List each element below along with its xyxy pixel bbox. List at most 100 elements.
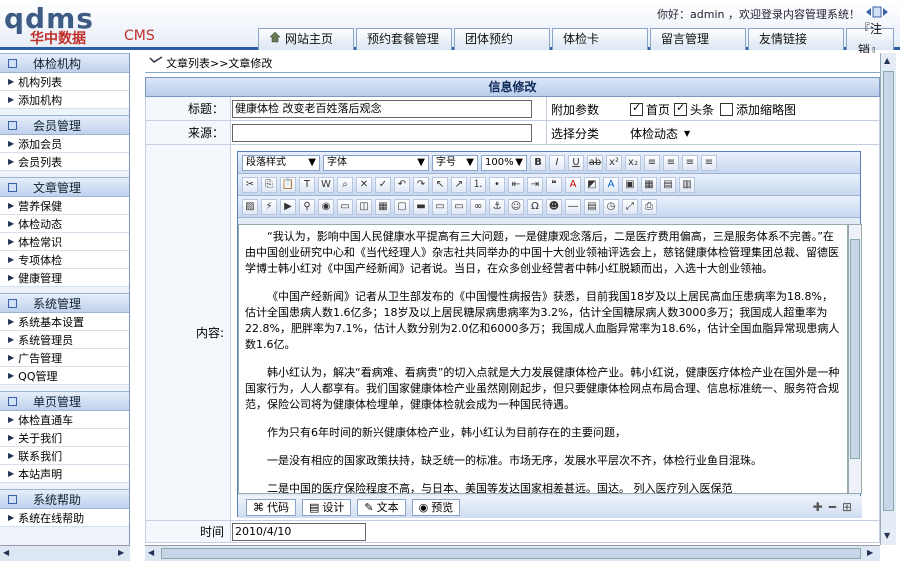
size-dropdown[interactable]: 字号 ▼ <box>432 154 478 171</box>
italic-icon[interactable]: I <box>549 154 565 171</box>
sidebar-section-help[interactable]: 系统帮助 <box>0 489 129 509</box>
date-icon[interactable]: ▤ <box>584 198 600 215</box>
attach-icon[interactable]: ⚲ <box>299 198 315 215</box>
undo-icon[interactable]: ↶ <box>394 176 410 193</box>
font-dropdown[interactable]: 字体 ▼ <box>323 154 429 171</box>
sidebar-item[interactable]: ▶ 专项体检 <box>0 251 129 269</box>
superscript-icon[interactable]: x² <box>606 154 622 171</box>
headline-checkbox[interactable] <box>674 101 688 116</box>
sidebar-horizontal-scrollbar[interactable]: ◀ ▶ <box>0 545 130 561</box>
flash-icon[interactable]: ⚡ <box>261 198 277 215</box>
title-input[interactable]: 健康体检 改变老百姓落后观念 <box>232 100 532 118</box>
home-checkbox[interactable] <box>630 101 643 116</box>
outdent-icon[interactable]: ⇤ <box>508 176 524 193</box>
media-icon[interactable]: ▶ <box>280 198 296 215</box>
tab-package[interactable]: 预约套餐管理 <box>356 28 452 50</box>
sidebar-section-system[interactable]: 系统管理 <box>0 293 129 313</box>
special-char-icon[interactable]: Ω <box>527 198 543 215</box>
sidebar-item[interactable]: ▶ QQ管理 <box>0 367 129 385</box>
check-icon[interactable]: ✓ <box>375 176 391 193</box>
sidebar-section-page[interactable]: 单页管理 <box>0 391 129 411</box>
design-mode-button[interactable]: ▤ 设计 <box>302 498 352 516</box>
preview-button[interactable]: ◉ 预览 <box>411 498 461 516</box>
emoji-icon[interactable]: ☺ <box>508 198 524 215</box>
redo-icon[interactable]: ↷ <box>413 176 429 193</box>
paste-word-icon[interactable]: W <box>318 176 334 193</box>
hr-icon[interactable]: ― <box>565 198 581 215</box>
scroll-thumb[interactable] <box>850 239 860 459</box>
paste-icon[interactable]: 📋 <box>280 176 296 193</box>
time-input[interactable]: 2010/4/10 <box>232 523 366 541</box>
sidebar-item[interactable]: ▶ 添加机构 <box>0 91 129 109</box>
ordered-list-icon[interactable]: ⒈ <box>470 176 486 193</box>
sidebar-item[interactable]: ▶ 体检常识 <box>0 233 129 251</box>
tab-group[interactable]: 团体预约 <box>454 28 550 50</box>
style-dropdown[interactable]: 段落样式 ▼ <box>242 154 320 171</box>
table-icon[interactable]: ▦ <box>641 176 657 193</box>
web-icon[interactable]: ◉ <box>318 198 334 215</box>
layer-icon[interactable]: ◫ <box>356 198 372 215</box>
smiley-icon[interactable]: ☻ <box>546 198 562 215</box>
scroll-thumb[interactable] <box>883 71 894 511</box>
delete-icon[interactable]: ✕ <box>356 176 372 193</box>
paste-text-icon[interactable]: T <box>299 176 315 193</box>
sidebar-item[interactable]: ▶ 体检直通车 <box>0 411 129 429</box>
zoom-out-icon[interactable]: ━ <box>829 500 836 514</box>
textarea-icon[interactable]: ▭ <box>432 198 448 215</box>
sidebar-section-member[interactable]: 会员管理 <box>0 115 129 135</box>
sidebar-item[interactable]: ▶ 体检动态 <box>0 215 129 233</box>
form-icon[interactable]: ▢ <box>394 198 410 215</box>
scroll-right-icon[interactable]: ▶ <box>867 548 873 557</box>
input-icon[interactable]: ▬ <box>413 198 429 215</box>
subscript-icon[interactable]: x₂ <box>625 154 641 171</box>
unordered-list-icon[interactable]: • <box>489 176 505 193</box>
sidebar-item[interactable]: ▶ 联系我们 <box>0 447 129 465</box>
page-vertical-scrollbar[interactable]: ▲ ▼ <box>880 53 896 545</box>
sidebar-item[interactable]: ▶ 添加会员 <box>0 135 129 153</box>
select-icon[interactable]: ↖ <box>432 176 448 193</box>
thumbnail-checkbox[interactable] <box>720 103 734 116</box>
sidebar-item[interactable]: ▶ 系统基本设置 <box>0 313 129 331</box>
text-color-icon[interactable]: A <box>565 176 581 193</box>
anchor-icon[interactable]: ⚓ <box>489 198 505 215</box>
grid-icon[interactable]: ▦ <box>375 198 391 215</box>
tab-card[interactable]: 体检卡 <box>552 28 648 50</box>
scroll-up-icon[interactable]: ▲ <box>884 56 890 65</box>
time-icon[interactable]: ◷ <box>603 198 619 215</box>
row-icon[interactable]: ▥ <box>679 176 695 193</box>
editor-content[interactable]: “我认为，影响中国人民健康水平提高有三大问题，一是健康观念落后，二是医疗费用偏高… <box>238 224 848 494</box>
sidebar-item[interactable]: ▶ 关于我们 <box>0 429 129 447</box>
sidebar-item[interactable]: ▶ 机构列表 <box>0 73 129 91</box>
window-control-icon[interactable] <box>864 5 890 19</box>
find-icon[interactable]: ⌕ <box>337 176 353 193</box>
cell-icon[interactable]: ▤ <box>660 176 676 193</box>
category-select[interactable]: 体检动态 ▼ <box>630 124 690 142</box>
highlight-icon[interactable]: ◩ <box>584 176 600 193</box>
sidebar-item[interactable]: ▶ 本站声明 <box>0 465 129 483</box>
tab-message[interactable]: 留言管理 <box>650 28 746 50</box>
tab-links[interactable]: 友情链接 <box>748 28 844 50</box>
zoom-dropdown[interactable]: 100% ▼ <box>481 154 527 171</box>
source-input[interactable] <box>232 124 532 142</box>
text-mode-button[interactable]: ✎ 文本 <box>357 498 406 516</box>
sidebar-item[interactable]: ▶ 广告管理 <box>0 349 129 367</box>
button-icon[interactable]: ▭ <box>451 198 467 215</box>
bgcolor-icon[interactable]: ▣ <box>622 176 638 193</box>
copy-icon[interactable]: ⎘ <box>261 176 277 193</box>
underline-icon[interactable]: U <box>568 154 584 171</box>
scroll-right-icon[interactable]: ▶ <box>118 548 124 557</box>
align-left-icon[interactable]: ≡ <box>644 154 660 171</box>
maximize-icon[interactable]: ⤢ <box>622 198 638 215</box>
sidebar-section-article[interactable]: 文章管理 <box>0 177 129 197</box>
sidebar-item[interactable]: ▶ 会员列表 <box>0 153 129 171</box>
tab-home[interactable]: 网站主页 <box>258 28 354 50</box>
sidebar-section-institution[interactable]: 体检机构 <box>0 53 129 73</box>
frame-icon[interactable]: ▭ <box>337 198 353 215</box>
code-mode-button[interactable]: ⌘ 代码 <box>246 498 296 516</box>
scroll-down-icon[interactable]: ▼ <box>884 531 890 540</box>
sidebar-item[interactable]: ▶ 营养保健 <box>0 197 129 215</box>
page-horizontal-scrollbar[interactable]: ◀ ▶ <box>145 545 880 561</box>
scroll-left-icon[interactable]: ◀ <box>148 548 154 557</box>
font-color-icon[interactable]: A <box>603 176 619 193</box>
sidebar-item[interactable]: ▶ 系统管理员 <box>0 331 129 349</box>
